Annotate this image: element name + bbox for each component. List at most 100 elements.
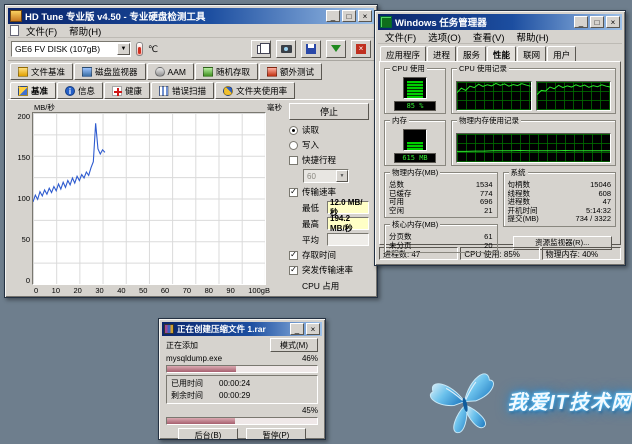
- tab-disk-monitor[interactable]: 磁盘监视器: [74, 63, 146, 80]
- memory-gauge: [403, 129, 427, 151]
- menu-options[interactable]: 选项(O): [423, 30, 466, 44]
- screenshot-button[interactable]: [276, 40, 296, 58]
- extra-tests-icon: [267, 67, 277, 77]
- menu-help[interactable]: 帮助(H): [64, 24, 106, 38]
- access-time-checkbox[interactable]: ✓存取时间: [289, 249, 369, 261]
- taskmgr-close-button[interactable]: ×: [606, 16, 620, 28]
- hdtune-tabs-top: 文件基准 磁盘监视器 AAM 随机存取 额外测试: [8, 61, 374, 80]
- drive-select[interactable]: GE6 FV DISK (107gB) ▼: [11, 41, 131, 57]
- checkbox-icon: [289, 156, 298, 165]
- y-axis-title: MB/秒: [34, 102, 55, 112]
- shortstroke-checkbox[interactable]: 快捷行程: [289, 154, 369, 166]
- file-progress-bar: [166, 365, 318, 373]
- winrar-minimize-button[interactable]: _: [290, 323, 304, 335]
- exit-button[interactable]: ×: [351, 40, 371, 58]
- benchmark-graph: MB/秒 毫秒 200 150 100 50 0: [8, 100, 284, 296]
- time-info-box: 已用时间 00:00:24 剩余时间 00:00:29: [166, 375, 318, 404]
- stat-row: 已缓存774: [389, 190, 493, 199]
- tab-performance[interactable]: 性能: [487, 46, 516, 61]
- status-memory: 物理内存: 40%: [542, 247, 621, 260]
- tab-benchmark[interactable]: 基准: [10, 82, 56, 99]
- hdtune-window: HD Tune 专业版 v4.50 - 专业硬盘检测工具 _ □ × 文件(F)…: [4, 4, 378, 298]
- cpu-usage-gauge: [403, 77, 427, 99]
- radio-icon: [289, 141, 298, 150]
- benchmark-side-panel: 停止 读取 写入 快捷行程 60▼ ✓传输速率 最低12.0 MB/秒 最高19…: [284, 100, 374, 296]
- tab-extra-tests[interactable]: 额外测试: [259, 63, 322, 80]
- tab-file-benchmark[interactable]: 文件基准: [10, 63, 73, 80]
- winrar-title: 正在创建压缩文件 1.rar: [177, 323, 287, 335]
- site-watermark: 我爱IT技术网: [423, 360, 632, 440]
- checkbox-icon: ✓: [289, 188, 298, 197]
- stat-row: 未分页20: [389, 242, 493, 251]
- cpu-history-graph-1: [456, 81, 532, 111]
- memory-group: 内存 615 MB: [384, 120, 446, 166]
- shortstroke-select[interactable]: 60▼: [303, 169, 349, 183]
- hdtune-minimize-button[interactable]: _: [326, 10, 340, 22]
- write-radio[interactable]: 写入: [289, 139, 369, 151]
- tab-services[interactable]: 服务: [457, 46, 486, 61]
- total-percent: 45%: [302, 406, 318, 415]
- taskmgr-maximize-button[interactable]: □: [590, 16, 604, 28]
- hdtune-menubar: 文件(F) 帮助(H): [8, 24, 374, 38]
- taskmgr-minimize-button[interactable]: _: [574, 16, 588, 28]
- export-button[interactable]: [326, 40, 346, 58]
- menu-view[interactable]: 查看(V): [468, 30, 510, 44]
- winrar-close-button[interactable]: ×: [306, 323, 320, 335]
- cpu-usage-label: CPU 占用: [289, 280, 369, 292]
- winrar-titlebar[interactable]: 正在创建压缩文件 1.rar _ ×: [162, 322, 322, 336]
- hdtune-maximize-button[interactable]: □: [342, 10, 356, 22]
- radio-icon: [289, 126, 298, 135]
- background-button[interactable]: 后台(B): [178, 428, 238, 440]
- save-button[interactable]: [301, 40, 321, 58]
- hdtune-app-icon: [10, 10, 22, 22]
- pause-button[interactable]: 暂停(P): [246, 428, 306, 440]
- folder-usage-icon: [223, 86, 233, 96]
- read-radio[interactable]: 读取: [289, 124, 369, 136]
- tab-random-access[interactable]: 随机存取: [195, 63, 258, 80]
- burst-rate-checkbox[interactable]: ✓突发传输速率: [289, 264, 369, 276]
- mode-button[interactable]: 模式(M): [270, 338, 318, 352]
- avg-label: 平均: [302, 234, 324, 246]
- min-label: 最低: [302, 202, 324, 214]
- document-icon: [10, 25, 19, 36]
- temperature-unit-label: ℃: [148, 44, 158, 55]
- hdtune-toolbar: GE6 FV DISK (107gB) ▼ ℃ ×: [8, 38, 374, 61]
- tab-error-scan[interactable]: 错误扫描: [151, 82, 214, 99]
- tab-info[interactable]: i信息: [57, 82, 103, 99]
- tab-networking[interactable]: 联网: [517, 46, 546, 61]
- tab-health[interactable]: 健康: [104, 82, 150, 99]
- tab-applications[interactable]: 应用程序: [380, 46, 426, 61]
- camera-icon: [281, 45, 292, 53]
- menu-file[interactable]: 文件(F): [380, 30, 421, 44]
- chevron-down-icon[interactable]: ▼: [117, 43, 130, 55]
- tab-users[interactable]: 用户: [547, 46, 576, 61]
- adding-file-name: mysqldump.exe: [166, 354, 222, 363]
- drive-select-value: GE6 FV DISK (107gB): [15, 44, 100, 54]
- copy-button[interactable]: [251, 40, 271, 58]
- menu-help[interactable]: 帮助(H): [512, 30, 554, 44]
- watermark-text: 我爱IT技术网: [507, 386, 632, 415]
- tab-folder-usage[interactable]: 文件夹使用率: [215, 82, 295, 99]
- file-percent: 46%: [302, 354, 318, 363]
- stop-button[interactable]: 停止: [289, 103, 369, 120]
- remaining-value: 00:00:29: [219, 391, 250, 400]
- hdtune-close-button[interactable]: ×: [358, 10, 372, 22]
- y2-axis-title: 毫秒: [267, 102, 282, 112]
- menu-file[interactable]: 文件(F): [21, 24, 62, 38]
- tab-processes[interactable]: 进程: [427, 46, 456, 61]
- avg-value: [327, 233, 369, 246]
- taskmgr-titlebar[interactable]: Windows 任务管理器 _ □ ×: [378, 14, 622, 30]
- memory-history-group: 物理内存使用记录: [451, 120, 616, 166]
- benchmark-plot: [32, 112, 266, 285]
- cpu-history-group: CPU 使用记录: [451, 68, 616, 114]
- tab-aam[interactable]: AAM: [147, 63, 194, 80]
- transfer-rate-checkbox[interactable]: ✓传输速率: [289, 186, 369, 198]
- max-value: 194.2 MB/秒: [327, 217, 369, 230]
- system-group: 系统 句柄数15046 线程数608 进程数47 开机时间5:14:32 提交(…: [503, 172, 617, 227]
- hdtune-tabs-bottom: 基准 i信息 健康 错误扫描 文件夹使用率: [8, 80, 374, 100]
- elapsed-value: 00:00:24: [219, 379, 250, 388]
- remaining-label: 剩余时间: [171, 390, 203, 401]
- elapsed-label: 已用时间: [171, 378, 203, 389]
- x-axis-labels: 010 2030 4050 6070 8090 100gB: [10, 285, 284, 296]
- hdtune-titlebar[interactable]: HD Tune 专业版 v4.50 - 专业硬盘检测工具 _ □ ×: [8, 8, 374, 24]
